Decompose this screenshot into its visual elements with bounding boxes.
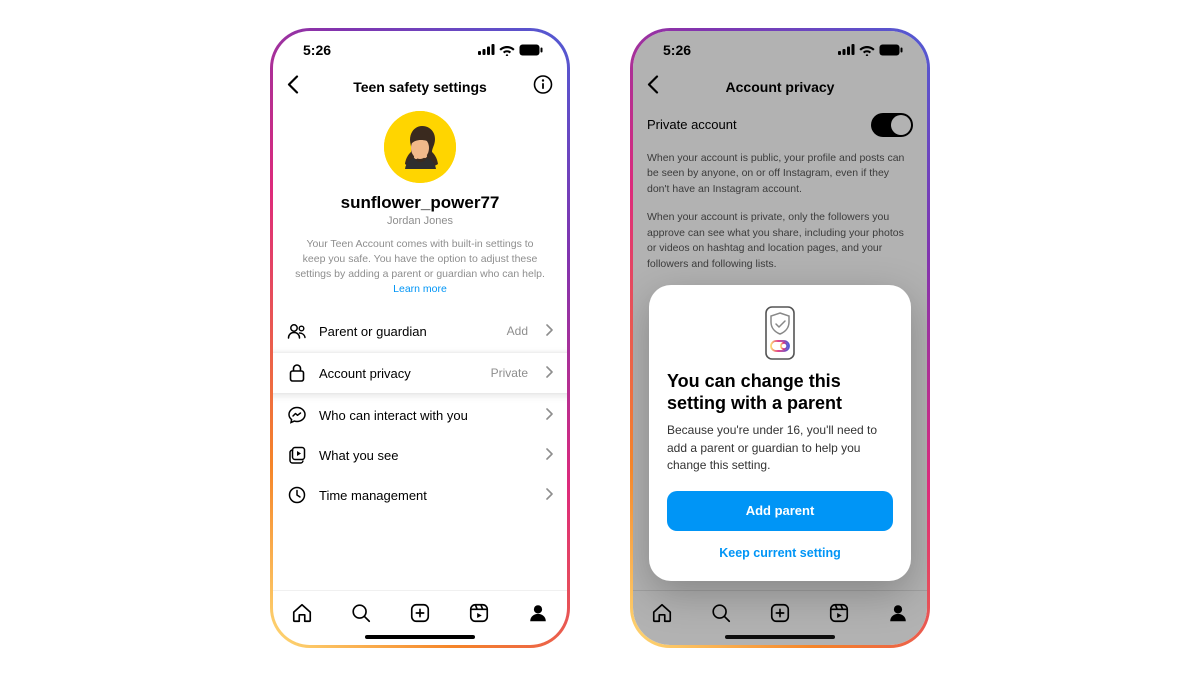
- search-icon: [350, 602, 372, 624]
- chevron-right-icon: [546, 488, 553, 503]
- row-parent-guardian[interactable]: Parent or guardian Add: [273, 311, 567, 351]
- avatar-illustration: [384, 111, 456, 183]
- add-parent-button[interactable]: Add parent: [667, 491, 893, 531]
- chevron-right-icon: [546, 366, 553, 381]
- chevron-right-icon: [546, 324, 553, 339]
- tab-create[interactable]: [409, 602, 431, 629]
- info-icon: [533, 74, 553, 94]
- keep-setting-button[interactable]: Keep current setting: [667, 539, 893, 567]
- card-illustration: [667, 305, 893, 361]
- row-who-can-interact[interactable]: Who can interact with you: [273, 395, 567, 435]
- row-what-you-see[interactable]: What you see: [273, 435, 567, 475]
- row-account-privacy[interactable]: Account privacy Private: [273, 353, 567, 393]
- parent-required-card: You can change this setting with a paren…: [649, 285, 911, 580]
- full-name: Jordan Jones: [293, 215, 547, 227]
- card-title: You can change this setting with a paren…: [667, 371, 893, 414]
- row-value: Private: [491, 366, 528, 380]
- tab-home[interactable]: [291, 602, 313, 629]
- back-button[interactable]: [287, 75, 299, 98]
- row-label: Time management: [319, 488, 528, 503]
- account-description: Your Teen Account comes with built-in se…: [293, 237, 547, 298]
- chevron-right-icon: [546, 408, 553, 423]
- people-icon: [287, 321, 307, 341]
- home-indicator: [365, 635, 475, 639]
- media-stack-icon: [287, 445, 307, 465]
- row-label: Account privacy: [319, 366, 479, 381]
- chevron-left-icon: [287, 75, 299, 93]
- status-bar: 5:26: [273, 31, 567, 69]
- cellular-icon: [478, 44, 495, 55]
- settings-list: Parent or guardian Add Account privacy P…: [273, 311, 567, 515]
- home-icon: [291, 602, 313, 624]
- status-time: 5:26: [303, 42, 331, 58]
- tab-search[interactable]: [350, 602, 372, 629]
- tab-profile[interactable]: [527, 602, 549, 629]
- learn-more-link[interactable]: Learn more: [393, 283, 447, 295]
- profile-section: sunflower_power77 Jordan Jones Your Teen…: [273, 105, 567, 306]
- row-time-management[interactable]: Time management: [273, 475, 567, 515]
- row-label: Who can interact with you: [319, 408, 528, 423]
- tab-reels[interactable]: [468, 602, 490, 629]
- phone-account-privacy: 5:26 Account privacy Private account: [630, 28, 930, 648]
- profile-icon: [527, 602, 549, 624]
- clock-icon: [287, 485, 307, 505]
- status-icons: [478, 44, 543, 56]
- info-button[interactable]: [533, 74, 553, 99]
- chevron-right-icon: [546, 448, 553, 463]
- page-title: Teen safety settings: [353, 79, 487, 95]
- avatar[interactable]: [384, 111, 456, 183]
- phone-teen-safety: 5:26 Teen safety settings: [270, 28, 570, 648]
- wifi-icon: [499, 44, 515, 56]
- row-label: Parent or guardian: [319, 324, 495, 339]
- row-label: What you see: [319, 448, 528, 463]
- messenger-icon: [287, 405, 307, 425]
- reels-icon: [468, 602, 490, 624]
- lock-icon: [287, 363, 307, 383]
- phone-shield-icon: [760, 305, 800, 361]
- battery-icon: [519, 44, 543, 56]
- card-description: Because you're under 16, you'll need to …: [667, 422, 893, 474]
- plus-square-icon: [409, 602, 431, 624]
- row-value: Add: [507, 324, 528, 338]
- nav-header: Teen safety settings: [273, 69, 567, 105]
- username: sunflower_power77: [293, 193, 547, 213]
